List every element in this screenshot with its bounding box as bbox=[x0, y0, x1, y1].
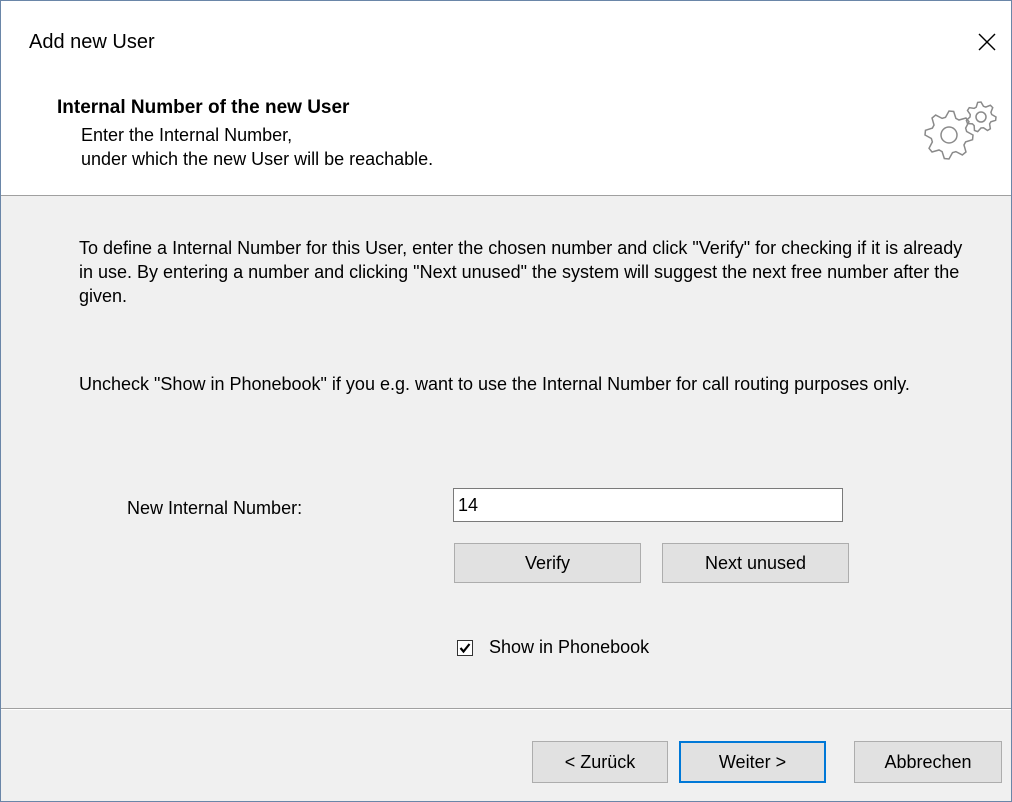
wizard-header: Internal Number of the new User Enter th… bbox=[1, 85, 1011, 196]
show-in-phonebook-checkbox-row[interactable]: Show in Phonebook bbox=[457, 637, 649, 658]
phonebook-hint-paragraph: Uncheck "Show in Phonebook" if you e.g. … bbox=[79, 374, 910, 394]
next-button[interactable]: Weiter > bbox=[679, 741, 826, 783]
window-title: Add new User bbox=[29, 31, 155, 53]
header-subtitle-line1: Enter the Internal Number, bbox=[81, 125, 293, 145]
next-unused-button[interactable]: Next unused bbox=[662, 543, 849, 583]
gears-icon bbox=[919, 95, 1003, 165]
internal-number-label: New Internal Number: bbox=[127, 498, 303, 518]
dialog-window: Add new User Internal Number of the new … bbox=[0, 0, 1012, 802]
close-button[interactable] bbox=[963, 19, 1011, 65]
header-subtitle-line2: under which the new User will be reachab… bbox=[81, 149, 434, 169]
verify-button[interactable]: Verify bbox=[454, 543, 641, 583]
close-icon bbox=[978, 33, 996, 51]
show-in-phonebook-label: Show in Phonebook bbox=[489, 637, 650, 657]
title-bar: Add new User bbox=[1, 1, 1011, 85]
back-button[interactable]: < Zurück bbox=[532, 741, 668, 783]
cancel-button[interactable]: Abbrechen bbox=[854, 741, 1002, 783]
checkmark-icon bbox=[459, 642, 471, 653]
internal-number-input[interactable] bbox=[453, 488, 843, 522]
show-in-phonebook-checkbox[interactable] bbox=[457, 639, 473, 656]
header-title: Internal Number of the new User bbox=[57, 97, 350, 118]
wizard-content: To define a Internal Number for this Use… bbox=[1, 196, 1011, 708]
footer-divider bbox=[1, 708, 1011, 710]
instructions-paragraph: To define a Internal Number for this Use… bbox=[79, 238, 963, 306]
